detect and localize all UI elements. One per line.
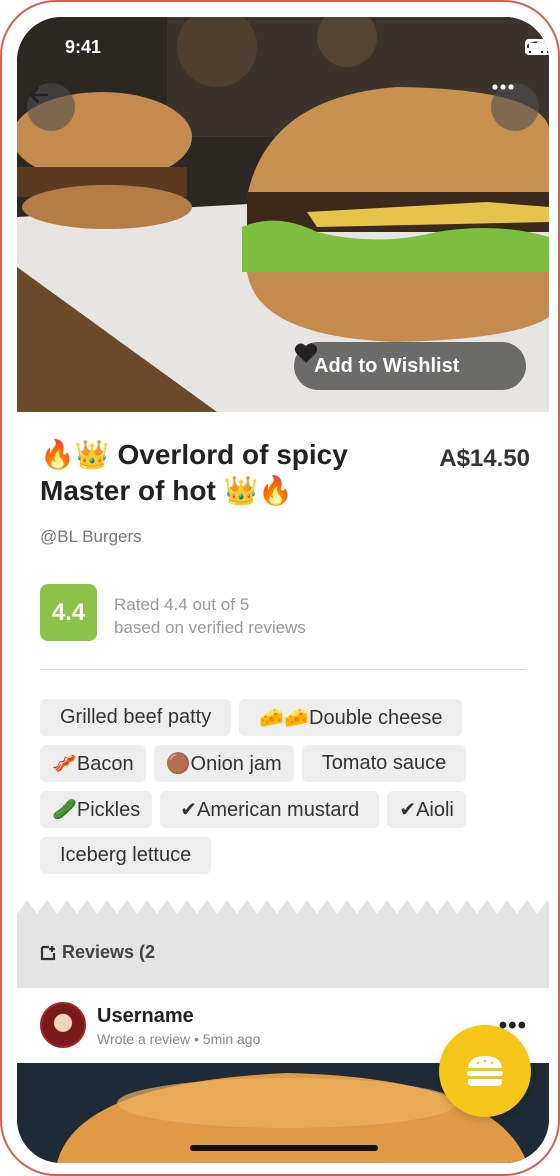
item-price: A$14.50: [439, 445, 530, 472]
chip-row: 🥓Bacon 🟤Onion jam Tomato sauce: [40, 745, 530, 782]
reviews-icon: [40, 945, 56, 960]
battery-icon: [525, 39, 549, 55]
wishlist-label: Add to Wishlist: [314, 354, 460, 377]
ingredient-chip[interactable]: 🟤Onion jam: [153, 745, 294, 782]
screen: 9:41 Add to Wishlist 🔥👑 Overlord of spic…: [17, 17, 549, 1163]
item-title: 🔥👑 Overlord of spicy Master of hot 👑🔥: [40, 437, 380, 509]
ingredient-chip[interactable]: Grilled beef patty: [40, 699, 232, 736]
item-title-line2: Master of hot 👑🔥: [40, 475, 294, 506]
review-username[interactable]: Username: [97, 1005, 194, 1028]
review-meta: Wrote a review • 5min ago: [97, 1031, 261, 1047]
more-dots-icon: [492, 84, 514, 90]
ingredient-chips: Grilled beef patty 🧀🧀Double cheese 🥓Baco…: [40, 699, 530, 883]
home-indicator: [190, 1145, 378, 1151]
item-title-line1: 🔥👑 Overlord of spicy: [40, 439, 348, 470]
zigzag-edge: [17, 900, 549, 914]
ingredient-chip[interactable]: 🧀🧀Double cheese: [239, 699, 463, 736]
status-time: 9:41: [65, 37, 102, 57]
device-frame: 9:41 Add to Wishlist 🔥👑 Overlord of spic…: [0, 0, 560, 1176]
ingredient-chip[interactable]: ✔American mustard: [160, 791, 380, 828]
chip-row: Iceberg lettuce: [40, 837, 530, 874]
ingredient-chip[interactable]: ✔Aioli: [387, 791, 466, 828]
status-bar: 9:41: [17, 17, 549, 77]
ingredient-chip[interactable]: Tomato sauce: [301, 745, 467, 782]
rating-description: Rated 4.4 out of 5 based on verified rev…: [114, 593, 306, 639]
ingredient-chip[interactable]: Iceberg lettuce: [40, 837, 212, 874]
rating-line1: Rated 4.4 out of 5: [114, 595, 250, 614]
divider: [40, 669, 526, 670]
burger-fab-button[interactable]: [439, 1025, 531, 1117]
chip-row: 🥒Pickles ✔American mustard ✔Aioli: [40, 791, 530, 828]
ingredient-chip[interactable]: 🥓Bacon: [40, 745, 146, 782]
burger-icon: [467, 1056, 503, 1086]
add-to-wishlist-button[interactable]: Add to Wishlist: [294, 342, 526, 390]
avatar[interactable]: [40, 1002, 86, 1048]
more-options-button[interactable]: [491, 83, 539, 131]
reviews-header: Reviews (2: [17, 900, 549, 988]
ingredient-chip[interactable]: 🥒Pickles: [40, 791, 153, 828]
reviews-tab[interactable]: Reviews (2: [40, 942, 155, 963]
back-arrow-icon: [29, 86, 49, 104]
rating-line2: based on verified reviews: [114, 618, 306, 637]
back-button[interactable]: [27, 83, 75, 131]
rating-badge: 4.4: [40, 584, 97, 641]
restaurant-link[interactable]: @BL Burgers: [40, 527, 142, 547]
hero-image: 9:41 Add to Wishlist: [17, 17, 549, 412]
reviews-label: Reviews (2: [62, 942, 156, 962]
heart-icon: [294, 343, 318, 363]
chip-row: Grilled beef patty 🧀🧀Double cheese: [40, 699, 530, 736]
